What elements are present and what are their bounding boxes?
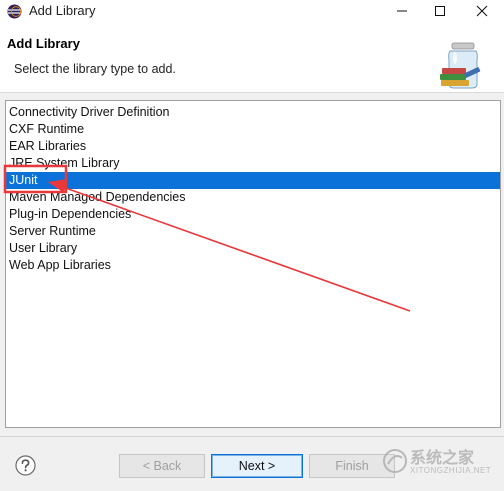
back-button[interactable]: < Back — [119, 454, 205, 478]
library-item-ear-libraries[interactable]: EAR Libraries — [6, 138, 500, 155]
watermark-text: 系统之家 — [410, 450, 475, 467]
watermark-logo-icon — [383, 449, 407, 473]
title-bar: Add Library — [0, 0, 504, 22]
maximize-icon — [435, 6, 445, 16]
library-item-maven-managed-dependencies[interactable]: Maven Managed Dependencies — [6, 189, 500, 206]
library-jar-icon — [440, 42, 481, 89]
close-button[interactable] — [465, 0, 499, 22]
watermark-subtext: XITONGZHIJIA.NET — [410, 466, 492, 475]
page-title: Add Library — [7, 36, 80, 51]
library-item-web-app-libraries[interactable]: Web App Libraries — [6, 257, 500, 274]
eclipse-icon — [7, 4, 22, 19]
minimize-button[interactable] — [385, 0, 419, 22]
library-type-list[interactable]: Connectivity Driver Definition CXF Runtim… — [5, 100, 501, 428]
library-item-plug-in-dependencies[interactable]: Plug-in Dependencies — [6, 206, 500, 223]
window-title: Add Library — [29, 3, 96, 18]
next-button[interactable]: Next > — [211, 454, 303, 478]
library-item-connectivity-driver-definition[interactable]: Connectivity Driver Definition — [6, 104, 500, 121]
page-description: Select the library type to add. — [14, 62, 176, 76]
library-items: Connectivity Driver Definition CXF Runtim… — [6, 104, 500, 274]
maximize-button[interactable] — [423, 0, 457, 22]
minimize-icon — [397, 10, 407, 12]
help-icon[interactable] — [15, 455, 36, 476]
library-item-user-library[interactable]: User Library — [6, 240, 500, 257]
library-item-junit[interactable]: JUnit — [6, 172, 500, 189]
close-icon — [476, 5, 488, 17]
footer-divider — [0, 436, 504, 437]
library-item-jre-system-library[interactable]: JRE System Library — [6, 155, 500, 172]
library-item-server-runtime[interactable]: Server Runtime — [6, 223, 500, 240]
library-item-cxf-runtime[interactable]: CXF Runtime — [6, 121, 500, 138]
watermark: 系统之家 XITONGZHIJIA.NET — [380, 440, 504, 491]
wizard-header: Add Library Select the library type to a… — [0, 22, 504, 93]
